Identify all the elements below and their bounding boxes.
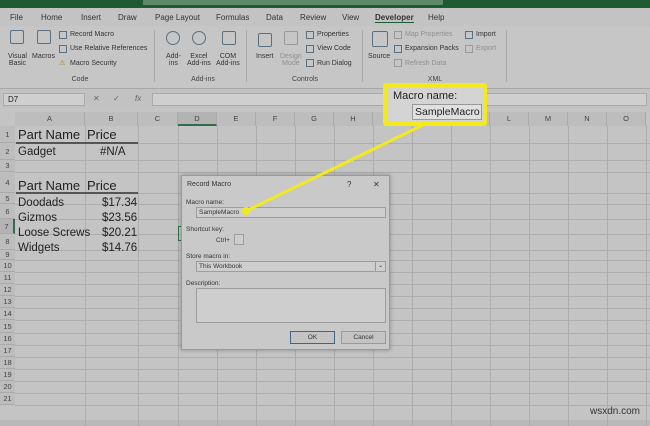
macro-name-callout: Macro name: SampleMacro <box>383 83 487 126</box>
callout-line <box>245 122 426 213</box>
watermark: wsxdn.com <box>589 406 640 417</box>
callout-pointer <box>242 122 426 215</box>
callout-dot <box>242 207 250 215</box>
callout-value: SampleMacro <box>412 104 482 120</box>
callout-label: Macro name: <box>393 90 458 102</box>
